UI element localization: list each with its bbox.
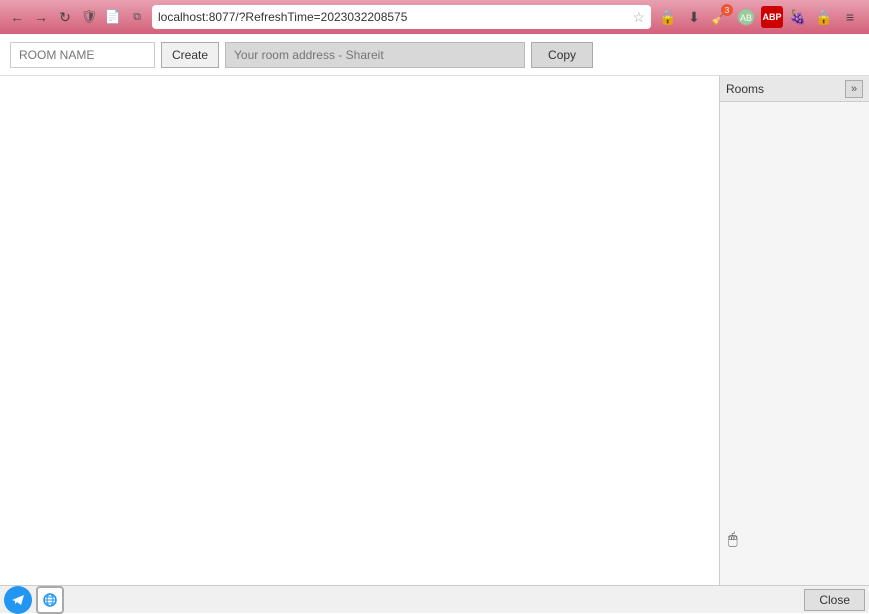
extension2-icon[interactable]: 🍇 [787,6,809,28]
world-icon[interactable] [36,586,64,614]
page-icon: 📄 [104,8,122,26]
profile-icon[interactable]: AB [735,6,757,28]
rooms-content [720,102,869,585]
svg-text:AB: AB [740,13,752,23]
room-name-input[interactable] [10,42,155,68]
pocket-icon[interactable]: 🔒 [657,6,679,28]
extensions-icon[interactable]: 🧹 3 [709,6,731,28]
refresh-button[interactable]: ↻ [56,8,74,26]
address-bar[interactable]: localhost:8077/?RefreshTime=202303220857… [152,5,651,29]
status-bar: Close [0,585,869,613]
menu-icon[interactable]: ≡ [839,6,861,28]
telegram-icon[interactable] [4,586,32,614]
main-area: Rooms » 🖱︎ [0,76,869,585]
forward-button[interactable]: → [32,8,50,26]
extension3-icon[interactable]: 🔒 [813,6,835,28]
extension-badge: 3 [721,4,733,16]
pip-icon: ⧉ [128,8,146,26]
page-content: Create Copy Rooms » 🖱︎ [0,34,869,585]
rooms-panel: Rooms » [719,76,869,585]
room-address-input[interactable] [225,42,525,68]
rooms-header: Rooms » [720,76,869,102]
content-area [0,76,719,585]
back-button[interactable]: ← [8,8,26,26]
app-toolbar: Create Copy [0,34,869,76]
close-button[interactable]: Close [804,589,865,611]
browser-toolbar-right: 🔒 ⬇ 🧹 3 AB ABP 🍇 🔒 ≡ [657,6,861,28]
rooms-title: Rooms [726,82,764,96]
create-button[interactable]: Create [161,42,219,68]
status-bar-left [4,586,64,614]
abp-icon[interactable]: ABP [761,6,783,28]
shield-icon: 🛡 [80,8,98,26]
address-text: localhost:8077/?RefreshTime=202303220857… [158,10,628,24]
download-icon[interactable]: ⬇ [683,6,705,28]
bookmark-icon[interactable]: ☆ [632,9,645,26]
rooms-collapse-button[interactable]: » [845,80,863,98]
copy-button[interactable]: Copy [531,42,593,68]
browser-chrome: ← → ↻ 🛡 📄 ⧉ localhost:8077/?RefreshTime=… [0,0,869,34]
